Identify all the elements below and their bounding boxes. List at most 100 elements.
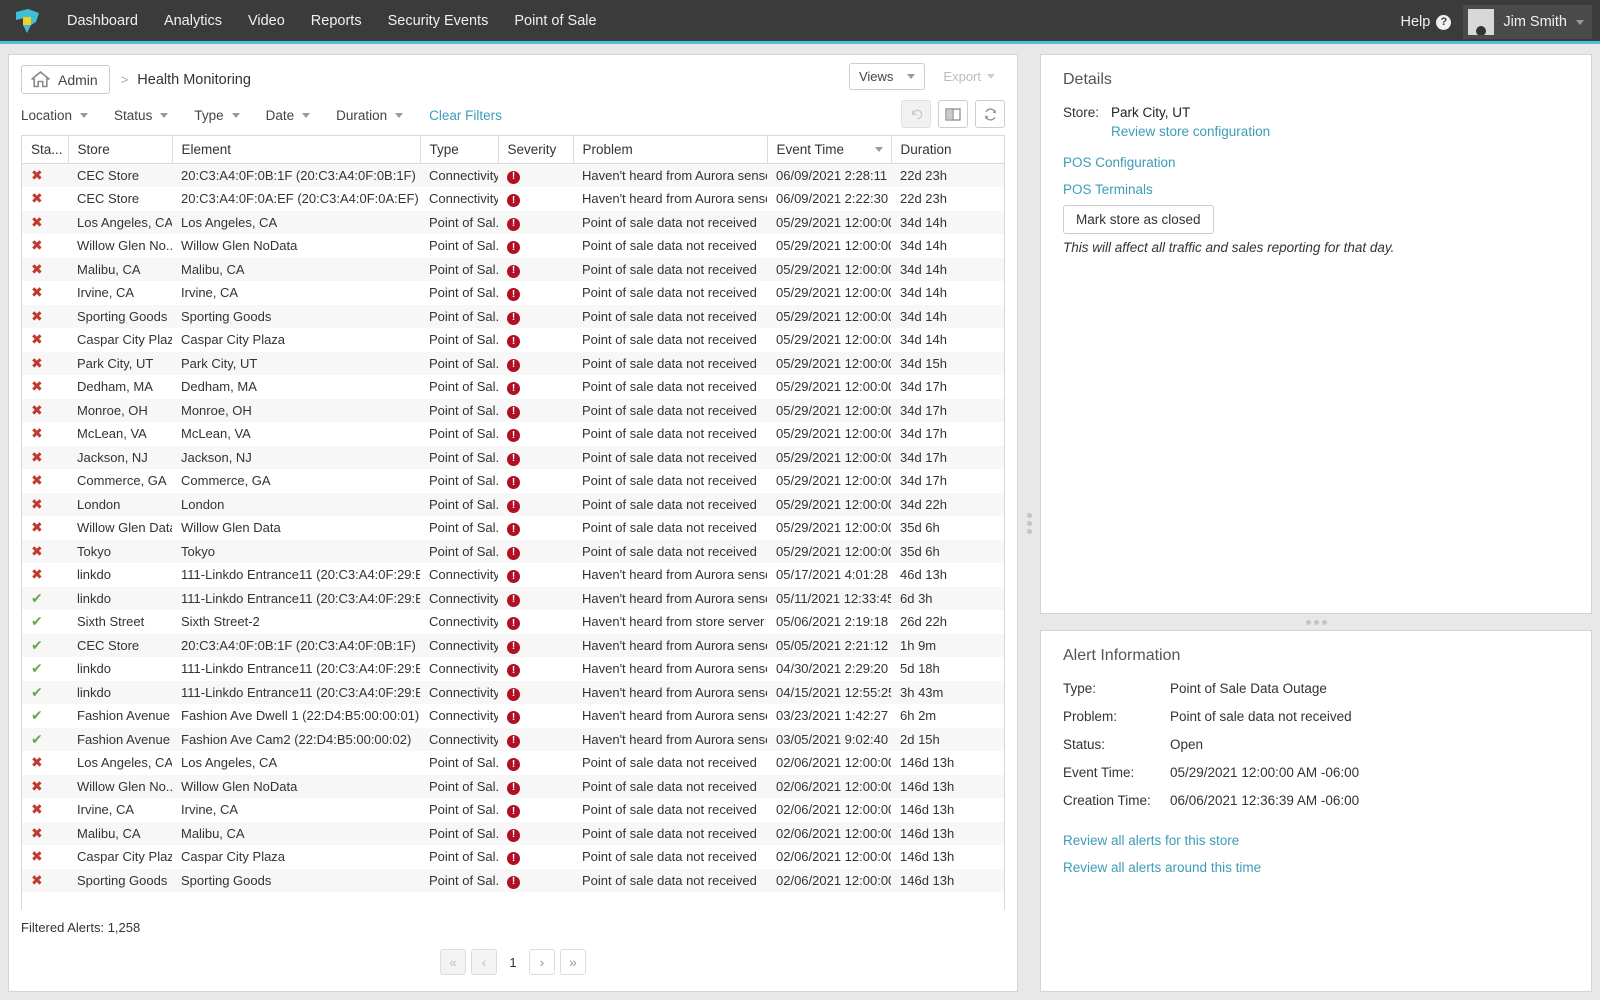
filter-location[interactable]: Location [21, 104, 104, 127]
chevron-down-icon [395, 113, 403, 118]
filter-duration[interactable]: Duration [336, 104, 419, 127]
cell-store: Fashion Avenue [68, 704, 172, 728]
column-header-severity[interactable]: Severity [498, 136, 573, 164]
filter-date[interactable]: Date [266, 104, 327, 127]
nav-link-point-of-sale[interactable]: Point of Sale [501, 0, 609, 43]
table-row[interactable]: ✖Caspar City PlazaCaspar City PlazaPoint… [22, 845, 1005, 869]
user-menu[interactable]: Jim Smith [1463, 5, 1592, 39]
pagination-last-button[interactable]: » [560, 949, 586, 975]
table-row[interactable]: ✔Fashion AvenueFashion Ave Cam2 (22:D4:B… [22, 728, 1005, 752]
cell-store: Los Angeles, CA [68, 211, 172, 235]
cell-type: Point of Sal... [420, 352, 498, 376]
pos-configuration-link[interactable]: POS Configuration [1063, 155, 1176, 170]
cell-store: linkdo [68, 563, 172, 587]
severity-critical-icon: ! [498, 563, 573, 587]
panel-splitter-handle[interactable] [1018, 54, 1040, 992]
export-button[interactable]: Export [933, 63, 1005, 90]
pos-configuration-row: POS Configuration [1063, 155, 1569, 170]
cell-element: Irvine, CA [172, 281, 420, 305]
cell-type: Point of Sal... [420, 281, 498, 305]
table-row[interactable]: ✖Irvine, CAIrvine, CAPoint of Sal...!Poi… [22, 281, 1005, 305]
filter-bar: Location Status Type Date Duration Clear… [9, 98, 1017, 135]
filter-status[interactable]: Status [114, 104, 184, 127]
clear-filters-link[interactable]: Clear Filters [429, 108, 502, 123]
nav-link-security-events[interactable]: Security Events [375, 0, 502, 43]
undo-icon[interactable] [901, 100, 931, 128]
table-row[interactable]: ✖Commerce, GACommerce, GAPoint of Sal...… [22, 469, 1005, 493]
table-row[interactable]: ✖Los Angeles, CALos Angeles, CAPoint of … [22, 211, 1005, 235]
table-row[interactable]: ✖Malibu, CAMalibu, CAPoint of Sal...!Poi… [22, 258, 1005, 282]
cell-element: 20:C3:A4:0F:0B:1F (20:C3:A4:0F:0B:1F) [172, 164, 420, 188]
column-header-problem[interactable]: Problem [573, 136, 767, 164]
filter-type[interactable]: Type [194, 104, 255, 127]
cell-element: Caspar City Plaza [172, 328, 420, 352]
table-row[interactable]: ✖LondonLondonPoint of Sal...!Point of sa… [22, 493, 1005, 517]
cell-problem: Haven't heard from Aurora sensor... [573, 187, 767, 211]
column-header-element[interactable]: Element [172, 136, 420, 164]
nav-link-video[interactable]: Video [235, 0, 298, 43]
nav-link-reports[interactable]: Reports [298, 0, 375, 43]
table-row[interactable]: ✔linkdo111-Linkdo Entrance11 (20:C3:A4:0… [22, 657, 1005, 681]
cell-store: CEC Store [68, 187, 172, 211]
review-all-alerts-around-time-link[interactable]: Review all alerts around this time [1063, 860, 1261, 875]
table-row[interactable]: ✖CEC Store20:C3:A4:0F:0A:EF (20:C3:A4:0F… [22, 187, 1005, 211]
table-row[interactable]: ✔linkdo111-Linkdo Entrance11 (20:C3:A4:0… [22, 587, 1005, 611]
column-header-event-time[interactable]: Event Time [767, 136, 891, 164]
pagination-next-button[interactable]: › [529, 949, 555, 975]
table-row[interactable]: ✖Dedham, MADedham, MAPoint of Sal...!Poi… [22, 375, 1005, 399]
table-row[interactable]: ✔Fashion AvenueFashion Ave Dwell 1 (22:D… [22, 704, 1005, 728]
cell-duration: 3h 43m [891, 681, 1005, 705]
column-header-store[interactable]: Store [68, 136, 172, 164]
review-all-alerts-for-store-link[interactable]: Review all alerts for this store [1063, 833, 1239, 848]
table-row[interactable]: ✖Willow Glen DataWillow Glen DataPoint o… [22, 516, 1005, 540]
table-row[interactable]: ✖Sporting GoodsSporting GoodsPoint of Sa… [22, 305, 1005, 329]
table-row[interactable]: ✖Malibu, CAMalibu, CAPoint of Sal...!Poi… [22, 822, 1005, 846]
refresh-icon[interactable] [975, 100, 1005, 128]
cell-duration: 146d 13h [891, 775, 1005, 799]
pos-terminals-link[interactable]: POS Terminals [1063, 182, 1153, 197]
table-row[interactable]: ✖Jackson, NJJackson, NJPoint of Sal...!P… [22, 446, 1005, 470]
cell-event-time: 04/15/2021 12:55:25 ... [767, 681, 891, 705]
severity-critical-icon: ! [498, 187, 573, 211]
severity-critical-icon: ! [498, 634, 573, 658]
table-row[interactable]: ✔Sixth StreetSixth Street-2Connectivity!… [22, 610, 1005, 634]
nav-link-analytics[interactable]: Analytics [151, 0, 235, 43]
table-row[interactable]: ✖TokyoTokyoPoint of Sal...!Point of sale… [22, 540, 1005, 564]
cell-element: 111-Linkdo Entrance11 (20:C3:A4:0F:29:BF… [172, 657, 420, 681]
brand-logo-icon[interactable] [0, 0, 54, 43]
cell-problem: Point of sale data not received [573, 469, 767, 493]
cell-problem: Haven't heard from Aurora sensor... [573, 681, 767, 705]
column-header-status[interactable]: Sta... [22, 136, 68, 164]
table-row[interactable]: ✖Sporting GoodsSporting GoodsPoint of Sa… [22, 869, 1005, 893]
table-row[interactable]: ✔linkdo111-Linkdo Entrance11 (20:C3:A4:0… [22, 681, 1005, 705]
table-row[interactable]: ✖linkdo111-Linkdo Entrance11 (20:C3:A4:0… [22, 563, 1005, 587]
table-row[interactable]: ✖Willow Glen No...Willow Glen NoDataPoin… [22, 234, 1005, 258]
cell-element: Willow Glen NoData [172, 234, 420, 258]
table-row[interactable]: ✖Monroe, OHMonroe, OHPoint of Sal...!Poi… [22, 399, 1005, 423]
pagination-first-button[interactable]: « [440, 949, 466, 975]
table-row[interactable]: ✖Los Angeles, CALos Angeles, CAPoint of … [22, 751, 1005, 775]
table-row[interactable]: ✖Willow Glen No...Willow Glen NoDataPoin… [22, 775, 1005, 799]
mark-store-as-closed-button[interactable]: Mark store as closed [1063, 205, 1214, 234]
table-row[interactable]: ✖Caspar City PlazaCaspar City PlazaPoint… [22, 328, 1005, 352]
review-store-configuration-link[interactable]: Review store configuration [1111, 124, 1270, 139]
breadcrumb-home-button[interactable]: Admin [21, 65, 110, 94]
table-row[interactable]: ✖McLean, VAMcLean, VAPoint of Sal...!Poi… [22, 422, 1005, 446]
cell-element: 20:C3:A4:0F:0B:1F (20:C3:A4:0F:0B:1F) [172, 634, 420, 658]
columns-icon[interactable] [938, 100, 968, 128]
table-row[interactable]: ✖Park City, UTPark City, UTPoint of Sal.… [22, 352, 1005, 376]
views-button[interactable]: Views [849, 63, 925, 90]
column-header-duration[interactable]: Duration [891, 136, 1005, 164]
vertical-splitter-handle[interactable] [1040, 614, 1592, 630]
table-row[interactable]: ✖CEC Store20:C3:A4:0F:0B:1F (20:C3:A4:0F… [22, 164, 1005, 188]
table-row[interactable]: ✔CEC Store20:C3:A4:0F:0B:1F (20:C3:A4:0F… [22, 634, 1005, 658]
pagination-prev-button[interactable]: ‹ [471, 949, 497, 975]
nav-link-dashboard[interactable]: Dashboard [54, 0, 151, 43]
cell-store: McLean, VA [68, 422, 172, 446]
severity-critical-icon: ! [498, 540, 573, 564]
cell-type: Point of Sal... [420, 446, 498, 470]
column-header-type[interactable]: Type [420, 136, 498, 164]
table-row[interactable]: ✖Irvine, CAIrvine, CAPoint of Sal...!Poi… [22, 798, 1005, 822]
help-button[interactable]: Help ? [1389, 14, 1464, 30]
cell-store: Park City, UT [68, 352, 172, 376]
